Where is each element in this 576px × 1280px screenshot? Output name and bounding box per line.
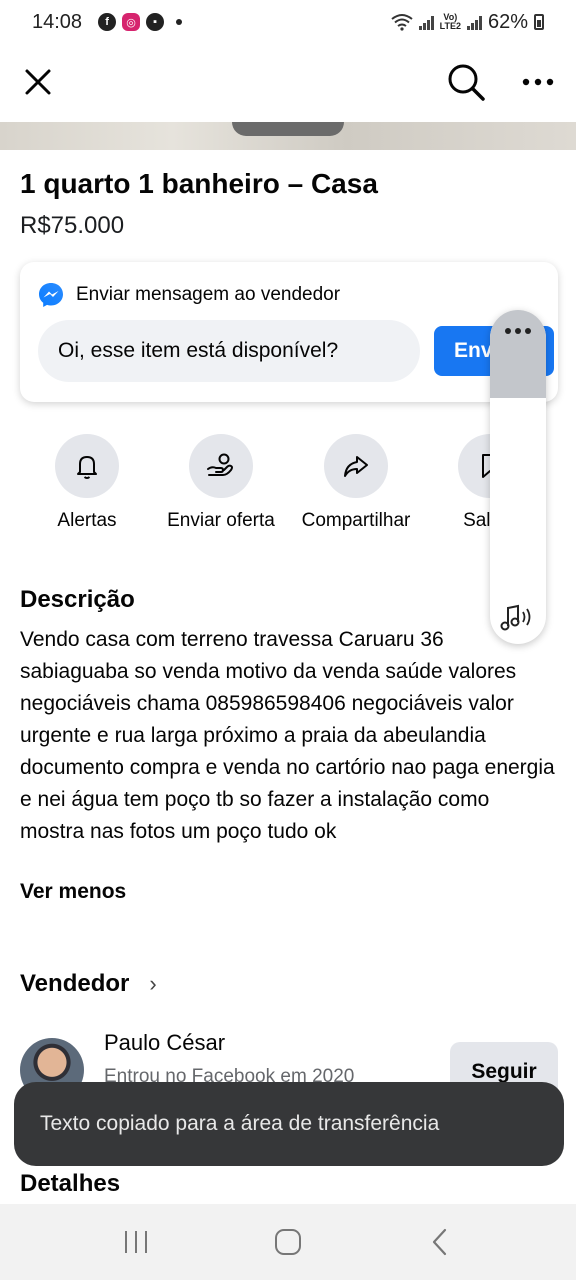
message-header-label: Enviar mensagem ao vendedor: [76, 284, 341, 305]
toast-text: Texto copiado para a área de transferênc…: [40, 1112, 440, 1135]
see-less-link[interactable]: Ver menos: [20, 880, 126, 904]
alerts-action[interactable]: Alertas: [17, 434, 157, 532]
back-button[interactable]: [410, 1212, 470, 1272]
message-header: Enviar mensagem ao vendedor: [38, 282, 340, 308]
more-options-button[interactable]: [514, 58, 562, 106]
status-time: 14:08: [32, 10, 83, 33]
send-offer-action[interactable]: Enviar oferta: [151, 434, 291, 532]
messenger-icon: [39, 283, 63, 307]
details-title: Detalhes: [20, 1170, 121, 1197]
share-icon: [344, 456, 368, 477]
system-nav-bar: [0, 1204, 576, 1280]
side-panel-menu-icon: [505, 328, 531, 398]
listing-photo[interactable]: [0, 122, 576, 150]
floating-side-panel[interactable]: [490, 310, 546, 644]
more-notifications-dot-icon: [176, 19, 183, 25]
home-button[interactable]: [258, 1212, 318, 1272]
copied-toast: Texto copiado para a área de transferênc…: [14, 1082, 564, 1166]
seller-section-title: Vendedor: [20, 970, 130, 997]
chat-notification-icon: ▪: [146, 13, 165, 31]
recent-apps-button[interactable]: [106, 1212, 166, 1272]
signal-icon: [418, 14, 434, 30]
search-icon: [448, 64, 485, 101]
photo-handle: [232, 122, 344, 136]
description-title: Descrição: [20, 586, 135, 613]
listing-price: R$75.000: [20, 212, 125, 239]
close-icon: [25, 69, 51, 95]
wifi-icon: [391, 14, 413, 31]
app-notification-icon: ◎: [122, 13, 141, 31]
volte-icon: Vo) LTE2: [439, 12, 461, 31]
listing-title: 1 quarto 1 banheiro – Casa: [20, 168, 378, 199]
send-offer-label: Enviar oferta: [167, 510, 275, 531]
recent-apps-icon: [125, 1231, 147, 1253]
search-button[interactable]: [442, 58, 490, 106]
battery-icon: [534, 14, 544, 30]
side-panel-handle[interactable]: [490, 310, 546, 398]
description-text: Vendo casa com terreno travessa Caruaru …: [20, 628, 555, 843]
seller-section-header[interactable]: Vendedor ›: [20, 970, 157, 998]
offer-hand-icon: [207, 453, 233, 476]
status-bar: 14:08 f ◎ ▪ Vo) LTE2 62%: [0, 0, 576, 44]
message-seller-card: Enviar mensagem ao vendedor Enviar: [20, 262, 558, 402]
signal-2-icon: [466, 14, 482, 30]
bell-icon: [77, 456, 97, 479]
seller-name[interactable]: Paulo César: [104, 1030, 225, 1056]
message-input[interactable]: [38, 320, 420, 382]
battery-percent: 62%: [487, 10, 528, 33]
chevron-right-icon: ›: [149, 971, 157, 996]
top-nav: [0, 52, 576, 112]
facebook-notification-icon: f: [98, 13, 117, 31]
close-button[interactable]: [14, 58, 62, 106]
back-icon: [432, 1228, 447, 1256]
share-action[interactable]: Compartilhar: [286, 434, 426, 532]
home-icon: [275, 1229, 301, 1255]
more-dots-icon: [522, 78, 554, 86]
share-label: Compartilhar: [301, 510, 411, 531]
alerts-label: Alertas: [57, 510, 117, 531]
